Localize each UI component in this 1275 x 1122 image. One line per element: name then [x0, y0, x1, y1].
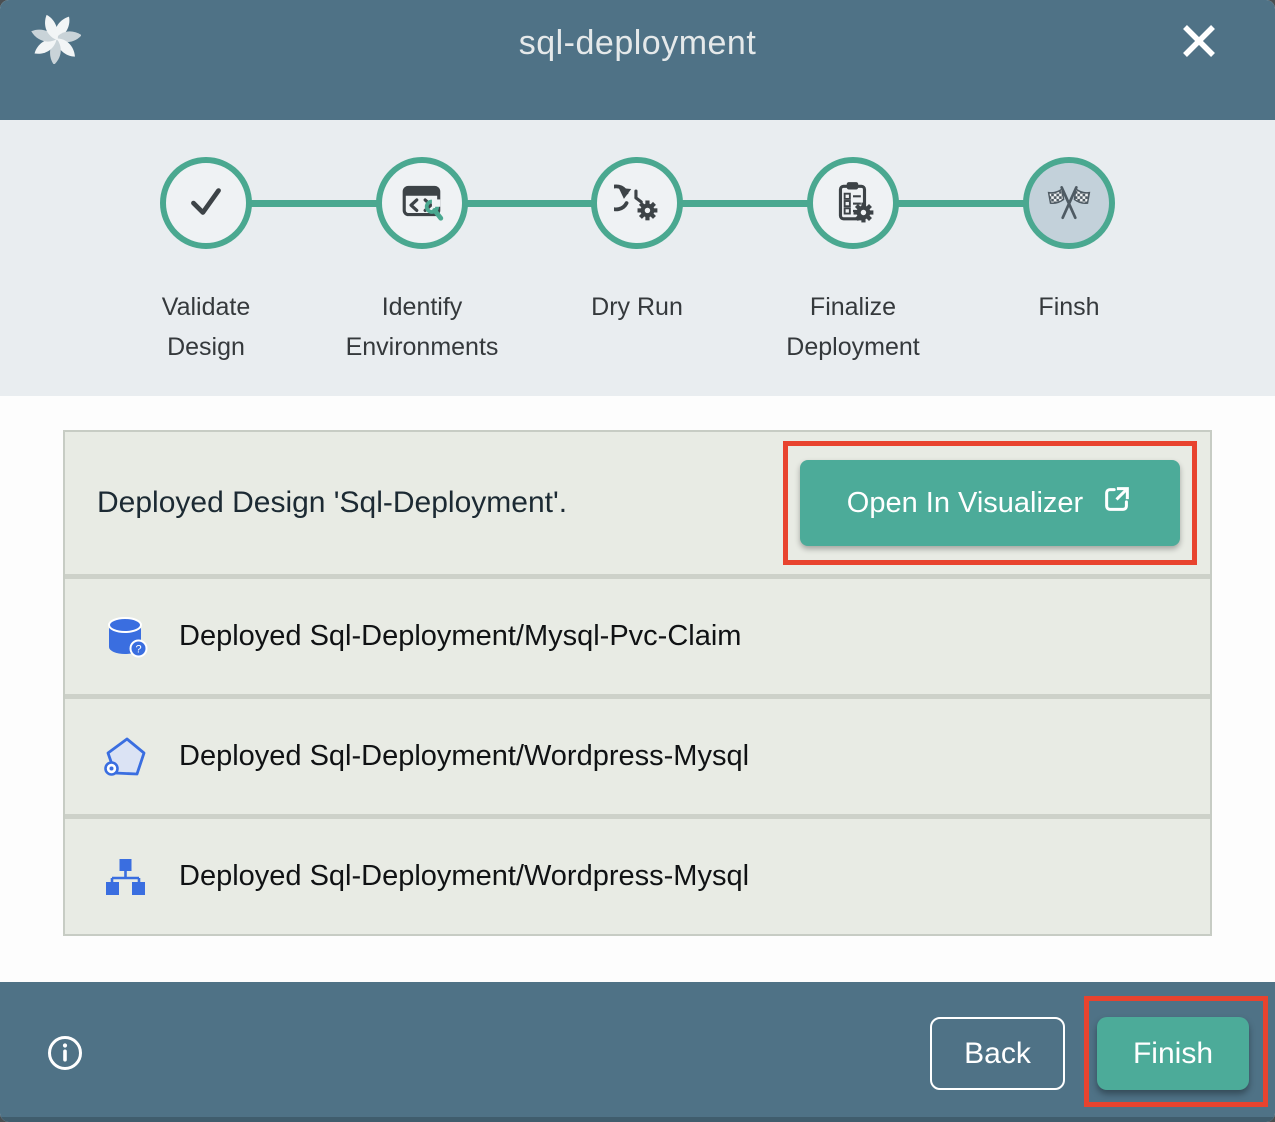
- deployment-result-message: Deployed Sql-Deployment/Wordpress-Mysql: [179, 740, 749, 773]
- modal-title: sql-deployment: [0, 20, 1275, 66]
- close-button[interactable]: [1175, 17, 1223, 65]
- deployment-result-row: ? Deployed Sql-Deployment/Mysql-Pvc-Clai…: [65, 574, 1210, 694]
- database-icon: ?: [101, 613, 149, 661]
- design-result-message: Deployed Design 'Sql-Deployment'.: [97, 486, 567, 520]
- results-panel: Deployed Design 'Sql-Deployment'. Open I…: [0, 396, 1275, 982]
- service-pentagon-icon: [101, 733, 149, 781]
- step-circle: [1023, 157, 1115, 249]
- deployment-result-message: Deployed Sql-Deployment/Mysql-Pvc-Claim: [179, 620, 741, 653]
- checkered-flags-icon: [1046, 178, 1092, 229]
- annotation-highlight-finish: Finish: [1084, 996, 1268, 1107]
- step-circle: [807, 157, 899, 249]
- external-link-icon: [1101, 483, 1133, 523]
- workload-hierarchy-icon: [101, 853, 149, 901]
- wizard-stepper: Validate Design Identify Environments: [0, 120, 1275, 396]
- sync-gear-icon: [614, 178, 660, 229]
- step-circle: [160, 157, 252, 249]
- deployment-result-row: Deployed Sql-Deployment/Wordpress-Mysql: [65, 694, 1210, 814]
- step-circle: [376, 157, 468, 249]
- open-in-visualizer-label: Open In Visualizer: [847, 487, 1083, 520]
- open-in-visualizer-button[interactable]: Open In Visualizer: [800, 460, 1180, 546]
- step-label: Finsh: [939, 287, 1199, 327]
- svg-text:?: ?: [135, 643, 141, 655]
- code-window-wrench-icon: [399, 178, 445, 229]
- design-result-row: Deployed Design 'Sql-Deployment'. Open I…: [65, 432, 1210, 574]
- modal-header: sql-deployment: [0, 0, 1275, 120]
- info-button[interactable]: [46, 1034, 84, 1072]
- deployment-results-list: Deployed Design 'Sql-Deployment'. Open I…: [63, 430, 1212, 936]
- deployment-wizard-modal: sql-deployment Validate Design: [0, 0, 1275, 1122]
- deployment-result-message: Deployed Sql-Deployment/Wordpress-Mysql: [179, 860, 749, 893]
- step-circle: [591, 157, 683, 249]
- close-icon: [1175, 53, 1223, 68]
- back-button[interactable]: Back: [930, 1017, 1065, 1090]
- step-finish: Finsh: [939, 157, 1199, 327]
- modal-footer: Back Finish: [0, 982, 1275, 1122]
- check-icon: [183, 178, 229, 229]
- clipboard-gear-icon: [830, 178, 876, 229]
- info-icon: [46, 1060, 84, 1075]
- annotation-highlight-visualizer: Open In Visualizer: [783, 441, 1197, 565]
- deployment-result-row: Deployed Sql-Deployment/Wordpress-Mysql: [65, 814, 1210, 934]
- finish-button[interactable]: Finish: [1097, 1017, 1249, 1090]
